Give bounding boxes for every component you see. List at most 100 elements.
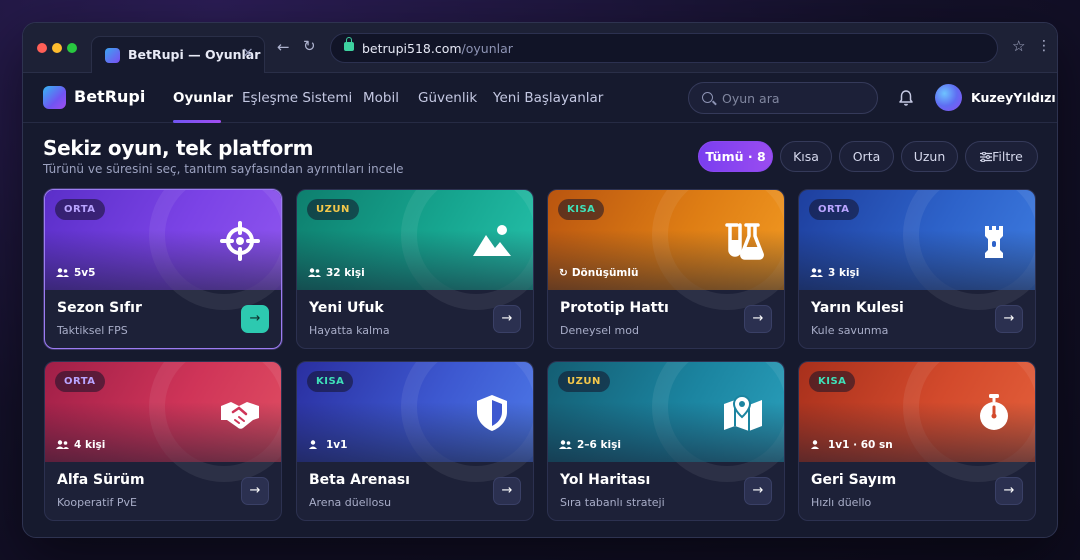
card-subtitle: Sıra tabanlı strateji <box>560 496 665 509</box>
site-header: BetRupi Oyunlar Eşleşme Sistemi Mobil Gü… <box>23 73 1057 123</box>
game-card-yarin-kulesi[interactable]: ORTA 3 kişi Yarın Kulesi Kule savunma → <box>798 189 1036 349</box>
nav-item-oyunlar[interactable]: Oyunlar <box>173 90 233 106</box>
card-subtitle: Hızlı düello <box>811 496 872 509</box>
card-title: Yeni Ufuk <box>309 300 384 316</box>
users-icon <box>56 440 69 449</box>
nav-item-mobil[interactable]: Mobil <box>363 90 399 106</box>
search-placeholder: Oyun ara <box>722 91 780 106</box>
player-count: 2–6 kişi <box>559 439 621 451</box>
open-card-button[interactable]: → <box>493 477 521 505</box>
duration-badge: ORTA <box>55 199 105 220</box>
player-count: 1v1 <box>308 439 347 451</box>
address-bar[interactable]: betrupi518.com/oyunlar <box>330 33 998 63</box>
nav-item-guvenlik[interactable]: Güvenlik <box>418 90 477 106</box>
flask-icon <box>725 223 764 260</box>
duration-badge: UZUN <box>307 199 359 220</box>
landscape-icon <box>473 225 511 256</box>
reload-icon[interactable]: ↻ <box>303 37 316 55</box>
open-card-button[interactable]: → <box>493 305 521 333</box>
users-icon <box>559 440 572 449</box>
user-icon <box>309 440 317 449</box>
handshake-icon <box>221 402 259 429</box>
bookmark-star-icon[interactable]: ☆ <box>1012 37 1025 55</box>
game-card-geri-sayim[interactable]: KISA 1v1 · 60 sn Geri Sayım Hızlı düello… <box>798 361 1036 521</box>
nav-item-eslesme-sistemi[interactable]: Eşleşme Sistemi <box>242 90 352 106</box>
open-card-button[interactable]: → <box>241 305 269 333</box>
users-icon <box>56 268 69 277</box>
open-card-button[interactable]: → <box>241 477 269 505</box>
duration-badge: KISA <box>307 371 354 392</box>
game-card-alfa-surum[interactable]: ORTA 4 kişi Alfa Sürüm Kooperatif PvE → <box>44 361 282 521</box>
open-card-button[interactable]: → <box>744 305 772 333</box>
url-text: betrupi518.com/oyunlar <box>362 41 513 56</box>
player-count: 1v1 · 60 sn <box>810 439 893 451</box>
map-icon <box>724 394 762 431</box>
users-icon <box>810 268 823 277</box>
brand-logo-icon[interactable] <box>43 86 66 109</box>
avatar[interactable] <box>935 84 962 111</box>
card-title: Beta Arenası <box>309 472 410 488</box>
close-window-dot[interactable] <box>37 43 47 53</box>
player-count: 32 kişi <box>308 267 365 279</box>
tower-icon <box>985 226 1003 258</box>
duration-badge: KISA <box>809 371 856 392</box>
card-title: Prototip Hattı <box>560 300 669 316</box>
rotate-icon: ↻ <box>559 267 568 279</box>
tab-title: BetRupi — Oyunlar <box>128 47 261 62</box>
filter-chip-all[interactable]: Tümü · 8 <box>698 141 773 172</box>
player-count: 4 kişi <box>56 439 105 451</box>
game-card-prototip-hatti[interactable]: KISA ↻ Dönüşümlü Prototip Hattı Deneysel … <box>547 189 785 349</box>
open-card-button[interactable]: → <box>995 305 1023 333</box>
browser-chrome: BetRupi — Oyunlar × ← ↻ betrupi518.com/o… <box>23 23 1057 73</box>
browser-menu-icon[interactable]: ⋮ <box>1037 38 1051 54</box>
duration-badge: ORTA <box>809 199 859 220</box>
card-subtitle: Hayatta kalma <box>309 324 390 337</box>
open-card-button[interactable]: → <box>744 477 772 505</box>
maximize-window-dot[interactable] <box>67 43 77 53</box>
minimize-window-dot[interactable] <box>52 43 62 53</box>
card-title: Yol Haritası <box>560 472 651 488</box>
nav-item-yeni-baslayanlar[interactable]: Yeni Başlayanlar <box>493 90 603 106</box>
filter-chip-orta[interactable]: Orta <box>839 141 894 172</box>
game-card-yeni-ufuk[interactable]: UZUN 32 kişi Yeni Ufuk Hayatta kalma → <box>296 189 534 349</box>
page-title: Sekiz oyun, tek platform <box>43 136 314 160</box>
username[interactable]: KuzeyYıldızı <box>971 90 1056 105</box>
users-icon <box>308 268 321 277</box>
card-subtitle: Kule savunma <box>811 324 889 337</box>
lock-icon <box>344 37 354 51</box>
active-nav-indicator <box>173 120 221 123</box>
card-subtitle: Kooperatif PvE <box>57 496 137 509</box>
browser-window: BetRupi — Oyunlar × ← ↻ betrupi518.com/o… <box>22 22 1058 538</box>
sliders-icon <box>980 151 993 163</box>
brand-name[interactable]: BetRupi <box>74 87 145 106</box>
card-subtitle: Deneysel mod <box>560 324 639 337</box>
player-count: 3 kişi <box>810 267 859 279</box>
shield-icon <box>477 395 507 431</box>
card-subtitle: Taktiksel FPS <box>57 324 128 337</box>
filter-label: Filtre <box>992 149 1023 164</box>
game-card-yol-haritasi[interactable]: UZUN 2–6 kişi Yol Haritası Sıra tabanlı … <box>547 361 785 521</box>
tab-favicon-icon <box>105 48 120 63</box>
user-icon <box>811 440 819 449</box>
back-arrow-icon[interactable]: ← <box>277 38 290 56</box>
bell-icon[interactable] <box>899 89 913 107</box>
game-card-beta-arenasi[interactable]: KISA 1v1 Beta Arenası Arena düellosu → <box>296 361 534 521</box>
card-title: Yarın Kulesi <box>811 300 904 316</box>
duration-badge: ORTA <box>55 371 105 392</box>
filter-button[interactable]: Filtre <box>965 141 1038 172</box>
filter-chip-kisa[interactable]: Kısa <box>780 141 832 172</box>
open-card-button[interactable]: → <box>995 477 1023 505</box>
game-card-sezon-sifir[interactable]: ORTA 5v5 Sezon Sıfır Taktiksel FPS → <box>44 189 282 349</box>
search-icon <box>702 92 713 103</box>
browser-tab[interactable]: BetRupi — Oyunlar × <box>91 36 265 73</box>
card-title: Alfa Sürüm <box>57 472 145 488</box>
card-title: Geri Sayım <box>811 472 897 488</box>
tab-close-icon[interactable]: × <box>242 45 254 61</box>
stopwatch-icon <box>980 394 1008 430</box>
page-subtitle: Türünü ve süresini seç, tanıtım sayfasın… <box>43 162 404 176</box>
crosshair-icon <box>220 221 260 261</box>
player-count: 5v5 <box>56 267 95 279</box>
duration-badge: KISA <box>558 199 605 220</box>
filter-chip-uzun[interactable]: Uzun <box>901 141 958 172</box>
search-input[interactable]: Oyun ara <box>688 82 878 114</box>
